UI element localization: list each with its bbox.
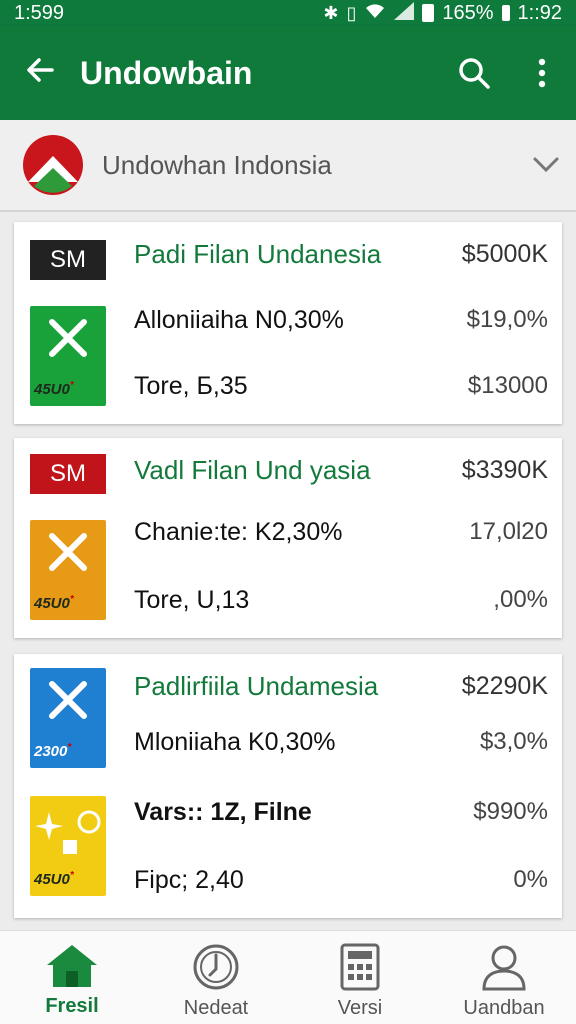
fund-name: Vadl Filan Und yasia — [134, 454, 371, 485]
x-icon — [30, 314, 106, 372]
thumb-caption: 45U0* — [34, 870, 74, 888]
bottom-navigation: Fresil Nedeat Versi Uandban — [0, 930, 576, 1024]
x-icon — [30, 676, 106, 734]
nav-label: Nedeat — [183, 997, 249, 1019]
battery-icon-2 — [501, 5, 510, 21]
status-bar: 1:599 ✱ ▯ 165% 1::92 — [0, 0, 576, 26]
fund-detail-value: ,00% — [493, 586, 548, 613]
more-options-button[interactable] — [508, 57, 576, 89]
app-bar: Undowbain — [0, 26, 576, 120]
fund-card[interactable]: SM 45U0* Vadl Filan Und yasia $3390K Cha… — [14, 438, 562, 638]
fund-card[interactable]: SM 45U0* Padi Filan Undanesia $5000K All… — [14, 222, 562, 424]
fund-detail: Alloniiaiha N0,30% — [134, 305, 344, 334]
region-label: Undowhan Indonsia — [102, 149, 332, 180]
fund-detail-value: $19,0% — [466, 306, 548, 333]
status-icons: ✱ ▯ 165% 1::92 — [323, 1, 562, 25]
card-badge: SM — [30, 240, 106, 280]
more-vert-icon — [538, 58, 546, 88]
fund-detail: Tore, U,13 — [134, 585, 250, 614]
region-selector[interactable]: Undowhan Indonsia — [0, 120, 576, 212]
search-icon — [459, 58, 490, 89]
clock-icon — [193, 944, 239, 990]
app-title: Undowbain — [80, 54, 253, 91]
thumb-caption: 45U0* — [34, 380, 74, 398]
status-time-left: 1:599 — [14, 1, 65, 24]
person-icon — [482, 945, 526, 991]
status-time-right: 1::92 — [517, 1, 562, 24]
fund-detail: Tore, Б,35 — [134, 371, 248, 400]
fund-card[interactable]: 2300* 45U0* Padlirfiila Undamesia $2290K… — [14, 654, 562, 918]
nav-item-home[interactable]: Fresil — [0, 931, 144, 1024]
wifi-icon — [364, 2, 386, 25]
fund-name: Padi Filan Undanesia — [134, 238, 382, 269]
bluetooth-icon: ✱ — [323, 2, 339, 23]
card-thumbnail: 45U0* — [30, 306, 106, 406]
back-button[interactable] — [0, 54, 80, 92]
thumb-caption: 2300* — [34, 742, 72, 760]
sparkle-icon — [30, 804, 106, 862]
nav-label: Uandban — [463, 997, 545, 1019]
fund-detail: Vars:: 1Z, Filne — [134, 797, 312, 826]
fund-detail: Fipc; 2,40 — [134, 865, 244, 894]
region-logo-icon — [23, 135, 83, 195]
chevron-down-icon — [516, 156, 576, 174]
nav-item-versi[interactable]: Versi — [288, 931, 432, 1024]
fund-detail-value: 0% — [513, 866, 548, 893]
vibrate-icon: ▯ — [346, 2, 357, 23]
x-icon — [30, 528, 106, 586]
fund-detail-value: $990% — [473, 798, 548, 825]
fund-value: $2290K — [461, 671, 548, 700]
card-thumbnail-secondary: 45U0* — [30, 796, 106, 896]
fund-detail: Chanie:te: K2,30% — [134, 517, 343, 546]
calculator-icon — [340, 943, 380, 991]
nav-label: Versi — [337, 997, 383, 1019]
signal-icon — [394, 1, 415, 25]
card-badge: SM — [30, 454, 106, 494]
fund-name: Padlirfiila Undamesia — [134, 670, 379, 701]
fund-value: $3390K — [461, 455, 548, 484]
fund-detail-value: $13000 — [467, 372, 548, 399]
card-thumbnail: 2300* — [30, 668, 106, 768]
fund-detail: Mloniiaha K0,30% — [134, 727, 336, 756]
battery-icon — [422, 4, 435, 22]
search-button[interactable] — [440, 56, 508, 90]
nav-item-nedeat[interactable]: Nedeat — [144, 931, 288, 1024]
nav-item-profile[interactable]: Uandban — [432, 931, 576, 1024]
arrow-left-icon — [27, 58, 54, 82]
card-thumbnail: 45U0* — [30, 520, 106, 620]
fund-detail-value: 17,0l20 — [469, 518, 548, 545]
fund-detail-value: $3,0% — [479, 728, 548, 755]
thumb-caption: 45U0* — [34, 594, 74, 612]
nav-label: Fresil — [45, 995, 99, 1017]
home-icon — [47, 945, 97, 987]
fund-value: $5000K — [461, 239, 548, 268]
status-battery: 165% — [442, 1, 494, 24]
